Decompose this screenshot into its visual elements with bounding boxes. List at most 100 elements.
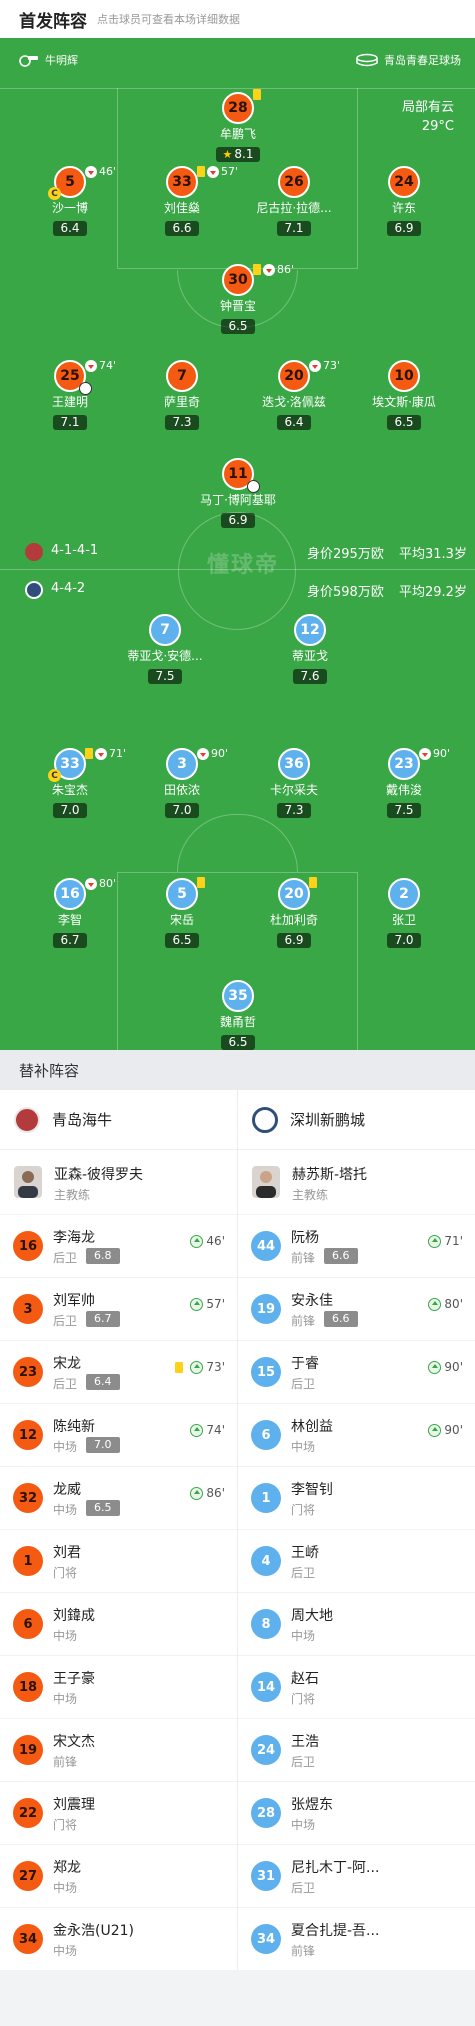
sub-player-row[interactable]: 23 宋龙 后卫 6.4 73' bbox=[0, 1340, 237, 1403]
sub-rating: 6.5 bbox=[86, 1500, 120, 1516]
player-name: 钟晋宝 bbox=[219, 299, 256, 313]
player-name: 戴伟浚 bbox=[385, 783, 422, 797]
sub-name: 周大地 bbox=[291, 1608, 333, 1624]
player-name: 牟鹏飞 bbox=[219, 127, 256, 141]
away-player-16[interactable]: 16 80' 李智 6.7 bbox=[5, 877, 135, 948]
sub-player-row[interactable]: 8 周大地 中场 bbox=[238, 1592, 475, 1655]
home-player-25[interactable]: 25 74' 王建明 7.1 bbox=[5, 359, 135, 430]
referee-name: 牛明辉 bbox=[45, 54, 78, 67]
jersey: 10 bbox=[388, 360, 420, 392]
away-player-2[interactable]: 2 张卫 7.0 bbox=[339, 878, 469, 948]
sub-in-minute: 86' bbox=[206, 1486, 225, 1500]
sub-position: 中场 bbox=[291, 1629, 316, 1643]
away-player-33[interactable]: 33 C 71' 朱宝杰 7.0 bbox=[5, 747, 135, 818]
assist-icon bbox=[79, 382, 92, 395]
home-player-5[interactable]: 5C 46' 沙一博 6.4 bbox=[5, 165, 135, 236]
events: 90' bbox=[419, 747, 450, 760]
player-name: 马丁·博阿基耶 bbox=[200, 493, 276, 507]
sub-player-row[interactable]: 28 张煜东 中场 bbox=[238, 1781, 475, 1844]
sub-player-row[interactable]: 19 宋文杰 前锋 bbox=[0, 1718, 237, 1781]
lineup-header: 首发阵容 点击球员可查看本场详细数据 bbox=[0, 0, 475, 38]
home-player-33[interactable]: 33 57' 刘佳燊 6.6 bbox=[117, 165, 247, 236]
player-name: 朱宝杰 bbox=[51, 783, 88, 797]
sub-player-row[interactable]: 22 刘震理 门将 bbox=[0, 1781, 237, 1844]
sub-position: 门将 bbox=[53, 1818, 78, 1832]
sub-player-row[interactable]: 6 刘鍏成 中场 bbox=[0, 1592, 237, 1655]
sub-player-row[interactable]: 24 王浩 后卫 bbox=[238, 1718, 475, 1781]
coach-role: 主教练 bbox=[54, 1188, 91, 1202]
away-formation: 4-4-2 bbox=[51, 581, 86, 596]
away-player-5[interactable]: 5 宋岳 6.5 bbox=[117, 877, 247, 948]
sub-player-row[interactable]: 4 王峤 后卫 bbox=[238, 1529, 475, 1592]
sub-name: 赵石 bbox=[291, 1671, 319, 1687]
jersey: 24 bbox=[388, 166, 420, 198]
sub-player-row[interactable]: 32 龙威 中场 6.5 86' bbox=[0, 1466, 237, 1529]
away-player-35[interactable]: 35 魏甬哲 6.5 bbox=[173, 980, 303, 1050]
sub-player-row[interactable]: 15 于睿 后卫 90' bbox=[238, 1340, 475, 1403]
sub-rating: 6.6 bbox=[324, 1311, 358, 1327]
sub-name: 夏合扎提-吾... bbox=[291, 1923, 380, 1939]
player-name: 张卫 bbox=[391, 913, 416, 927]
home-player-11[interactable]: 11 马丁·博阿基耶 6.9 bbox=[173, 458, 303, 528]
sub-player-row[interactable]: 27 郑龙 中场 bbox=[0, 1844, 237, 1907]
sub-number: 3 bbox=[13, 1294, 43, 1324]
away-player-3[interactable]: 3 90' 田依浓 7.0 bbox=[117, 747, 247, 818]
home-coach[interactable]: 亚森-彼得罗夫 主教练 bbox=[0, 1150, 237, 1214]
sub-out-icon bbox=[85, 877, 97, 890]
sub-out-icon bbox=[85, 165, 97, 178]
sub-name: 林创益 bbox=[291, 1419, 333, 1435]
sub-number: 28 bbox=[251, 1798, 281, 1828]
away-player-7[interactable]: 7 蒂亚戈·安德... 7.5 bbox=[100, 614, 230, 684]
away-coach[interactable]: 赫苏斯-塔托 主教练 bbox=[238, 1150, 475, 1214]
sub-player-row[interactable]: 12 陈纯新 中场 7.0 74' bbox=[0, 1403, 237, 1466]
away-player-12[interactable]: 12 蒂亚戈 7.6 bbox=[245, 614, 375, 684]
sub-player-row[interactable]: 18 王子豪 中场 bbox=[0, 1655, 237, 1718]
sub-in-minute: 90' bbox=[444, 1360, 463, 1374]
sub-player-row[interactable]: 16 李海龙 后卫 6.8 46' bbox=[0, 1214, 237, 1277]
sub-player-row[interactable]: 44 阮杨 前锋 6.6 71' bbox=[238, 1214, 475, 1277]
player-rating: 7.0 bbox=[387, 933, 421, 948]
sub-player-row[interactable]: 19 安永佳 前锋 6.6 80' bbox=[238, 1277, 475, 1340]
away-team-head[interactable]: 深圳新鹏城 bbox=[238, 1090, 475, 1150]
coach-role: 主教练 bbox=[292, 1188, 329, 1202]
sub-position: 前锋 bbox=[291, 1944, 316, 1958]
sub-rating: 6.6 bbox=[324, 1248, 358, 1264]
sub-player-row[interactable]: 14 赵石 门将 bbox=[238, 1655, 475, 1718]
sub-number: 1 bbox=[251, 1483, 281, 1513]
home-player-30[interactable]: 30 86' 钟晋宝 6.5 bbox=[173, 263, 303, 334]
venue-info: 青岛青春足球场 bbox=[356, 52, 461, 68]
weather-info: 局部有云 29°C bbox=[402, 98, 454, 136]
sub-player-row[interactable]: 31 尼扎木丁-阿... 后卫 bbox=[238, 1844, 475, 1907]
jersey: 33 bbox=[166, 166, 198, 198]
sub-in-time: 80' bbox=[428, 1297, 463, 1311]
sub-player-row[interactable]: 6 林创益 中场 90' bbox=[238, 1403, 475, 1466]
jersey: 7 bbox=[166, 360, 198, 392]
stadium-icon bbox=[356, 53, 378, 67]
player-rating: 6.9 bbox=[221, 513, 255, 528]
home-player-7[interactable]: 7 萨里奇 7.3 bbox=[117, 360, 247, 430]
away-avg-age: 平均29.2岁 bbox=[399, 585, 467, 600]
sub-player-row[interactable]: 34 金永浩(U21) 中场 bbox=[0, 1907, 237, 1970]
sub-name: 于睿 bbox=[291, 1356, 319, 1372]
sub-name: 刘鍏成 bbox=[53, 1608, 95, 1624]
home-team-head[interactable]: 青岛海牛 bbox=[0, 1090, 237, 1150]
away-player-23[interactable]: 23 90' 戴伟浚 7.5 bbox=[339, 747, 469, 818]
sub-player-row[interactable]: 34 夏合扎提-吾... 前锋 bbox=[238, 1907, 475, 1970]
player-rating: 7.3 bbox=[165, 415, 199, 430]
jersey: 5C bbox=[48, 166, 86, 200]
sub-number: 24 bbox=[251, 1735, 281, 1765]
sub-number: 16 bbox=[13, 1231, 43, 1261]
events: 46' bbox=[85, 165, 116, 178]
coach-avatar bbox=[14, 1166, 42, 1198]
home-player-24[interactable]: 24 许东 6.9 bbox=[339, 166, 469, 236]
player-name: 蒂亚戈·安德... bbox=[127, 649, 203, 663]
sub-player-row[interactable]: 1 刘君 门将 bbox=[0, 1529, 237, 1592]
home-player-28[interactable]: 28 牟鹏飞 ★ 8.1 bbox=[173, 89, 303, 162]
events: 73' bbox=[309, 359, 340, 372]
coach-avatar bbox=[252, 1166, 280, 1198]
player-name: 萨里奇 bbox=[163, 395, 200, 409]
player-rating: 6.5 bbox=[387, 415, 421, 430]
sub-player-row[interactable]: 1 李智钊 门将 bbox=[238, 1466, 475, 1529]
home-player-10[interactable]: 10 埃文斯·康瓜 6.5 bbox=[339, 360, 469, 430]
sub-player-row[interactable]: 3 刘军帅 后卫 6.7 57' bbox=[0, 1277, 237, 1340]
